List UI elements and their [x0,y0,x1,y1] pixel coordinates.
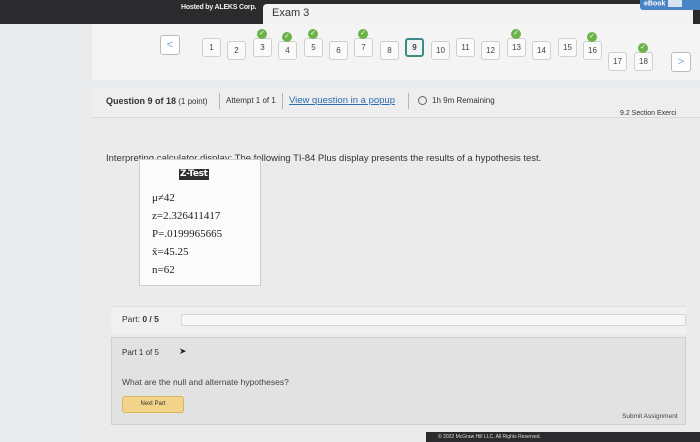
part-prefix: Part: [122,314,140,324]
ebook-button[interactable]: eBook [640,0,700,10]
question-nav-item[interactable]: 12 [481,41,500,60]
calculator-line: μ≠42 [152,192,175,204]
question-nav-item[interactable]: 14 [532,41,551,60]
question-label: Question 9 of 18 [106,96,177,106]
question-nav-item[interactable]: 10 [431,41,450,60]
calculator-title: Z-Test [179,169,209,180]
completed-check-icon: ✓ [282,32,292,42]
divider [408,93,409,109]
divider [282,93,283,109]
question-nav-item[interactable]: 17 [608,52,627,71]
next-question-button[interactable]: > [671,52,691,72]
question-info: Question 9 of 18 (1 point) [106,96,208,106]
part-score-label: Part: 0 / 5 [122,314,159,324]
question-nav-item[interactable]: 6 [329,41,348,60]
question-nav-item[interactable]: 15 [558,38,577,57]
time-remaining: 1h 9m Remaining [432,96,495,105]
completed-check-icon: ✓ [257,29,267,39]
question-nav-item[interactable]: 3 [253,38,272,57]
calculator-line: x̄=45.25 [152,246,189,258]
cursor-icon: ➤ [179,346,187,356]
part-1-label: Part 1 of 5 [122,348,159,357]
part-question-text: What are the null and alternate hypothes… [122,377,289,387]
attempt-label: Attempt 1 of 1 [226,96,276,105]
next-part-button[interactable]: Next Part [122,396,184,413]
ebook-icon [668,0,683,7]
view-popup-link[interactable]: View question in a popup [289,95,395,106]
completed-check-icon: ✓ [358,29,368,39]
question-nav-item[interactable]: 9 [405,38,424,57]
part-progress-bar [181,314,686,326]
question-nav-item[interactable]: 18 [634,52,653,71]
completed-check-icon: ✓ [308,29,318,39]
calculator-line: n=62 [152,264,175,276]
exam-title: Exam 3 [272,7,310,19]
completed-check-icon: ✓ [638,43,648,53]
question-nav-item[interactable]: 4 [278,41,297,60]
calculator-line: z=2.326411417 [152,210,221,222]
timer-icon [418,96,427,105]
question-nav-item[interactable]: 7 [354,38,373,57]
section-label: 9.2 Section Exerci [620,110,677,117]
question-nav-item[interactable]: 1 [202,38,221,57]
question-nav-item[interactable]: 8 [380,41,399,60]
part-score: 0 / 5 [142,314,159,324]
exam-tab [263,4,693,26]
question-nav-item[interactable]: 2 [227,41,246,60]
calculator-line: P=.0199965665 [152,228,223,240]
divider [219,93,220,109]
previous-question-button[interactable]: < [160,35,180,55]
question-nav-item[interactable]: 11 [456,38,475,57]
footer-copyright: © 2022 McGraw Hill LLC. All Rights Reser… [426,432,700,442]
ebook-label: eBook [644,0,666,8]
question-nav-item[interactable]: 5 [304,38,323,57]
points-label: (1 point) [178,97,208,106]
completed-check-icon: ✓ [587,32,597,42]
question-nav-item[interactable]: 16 [583,41,602,60]
submit-assignment-button[interactable]: Submit Assignment [622,413,678,420]
hosted-by-label: Hosted by ALEKS Corp. [181,4,257,11]
completed-check-icon: ✓ [511,29,521,39]
question-nav-item[interactable]: 13 [507,38,526,57]
